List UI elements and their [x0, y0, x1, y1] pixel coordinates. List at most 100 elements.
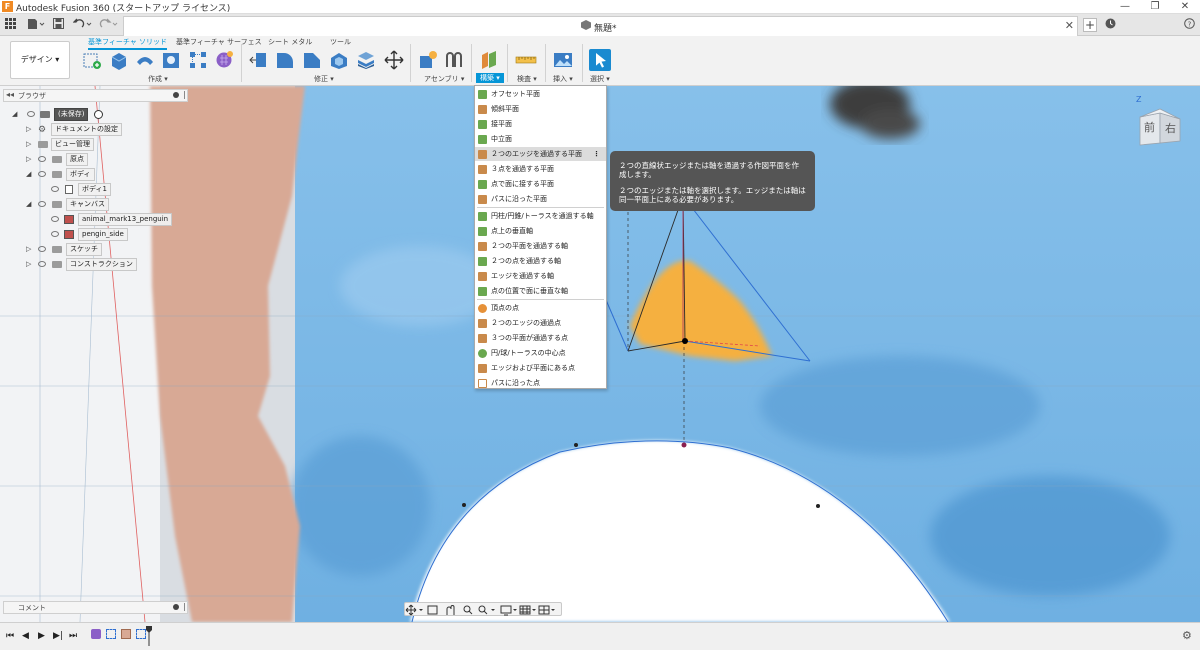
visibility-eye-icon[interactable]	[27, 111, 35, 117]
create-form-icon[interactable]	[214, 50, 234, 70]
play-icon[interactable]: ▶	[38, 631, 45, 641]
tab-tools[interactable]: ツール	[330, 37, 351, 47]
visibility-eye-icon[interactable]	[38, 156, 46, 162]
timeline-sketch-feature-icon[interactable]	[136, 629, 146, 639]
new-tab-button[interactable]: +	[1083, 18, 1097, 32]
expand-triangle-icon[interactable]: ▷	[26, 123, 31, 136]
insert-menu[interactable]: 挿入 ▾	[553, 74, 573, 84]
viewcube[interactable]: Z 前 右	[1136, 95, 1182, 147]
visibility-eye-icon[interactable]	[51, 231, 59, 237]
timeline-canvas-feature-icon[interactable]	[121, 629, 131, 639]
menu-item-axis-through-cylinder[interactable]: 円柱/円錐/トーラスを通過する軸	[475, 209, 606, 223]
menu-item-offset-plane[interactable]: オフセット平面	[475, 87, 606, 101]
menu-item-axis-through-two-planes[interactable]: ２つの平面を通過する軸	[475, 239, 606, 253]
timeline-marker[interactable]	[146, 626, 152, 646]
redo-icon[interactable]	[98, 18, 120, 32]
press-pull-icon[interactable]	[249, 50, 269, 70]
help-icon[interactable]: ?	[1183, 18, 1195, 32]
menu-item-point-at-vertex[interactable]: 頂点の点	[475, 301, 606, 315]
expand-triangle-icon[interactable]: ▷	[26, 258, 31, 271]
menu-item-axis-perpendicular-at-point[interactable]: 点上の垂直軸	[475, 224, 606, 238]
shell-icon[interactable]	[329, 50, 349, 70]
save-icon[interactable]	[52, 18, 64, 32]
collapse-icon[interactable]: ◂◂	[6, 90, 14, 99]
tab-solid[interactable]: 基準フィーチャ ソリッド	[88, 37, 168, 50]
menu-item-point-through-three-planes[interactable]: ３つの平面が通過する点	[475, 331, 606, 345]
expand-triangle-icon[interactable]: ▷	[26, 153, 31, 166]
menu-item-plane-through-three-points[interactable]: ３点を通過する平面	[475, 162, 606, 176]
extrude-icon[interactable]	[109, 50, 129, 70]
construct-menu[interactable]: 構築 ▾	[476, 73, 504, 83]
timeline-settings-gear-icon[interactable]: ⚙	[1182, 629, 1192, 642]
comments-panel[interactable]: コメント |	[3, 601, 188, 614]
visibility-eye-icon[interactable]	[38, 261, 46, 267]
new-sketch-icon[interactable]	[82, 50, 102, 70]
undo-icon[interactable]	[72, 18, 94, 32]
go-to-start-icon[interactable]: ⏮	[6, 631, 14, 641]
menu-item-point-along-path[interactable]: パスに沿った点	[475, 376, 606, 390]
file-menu-icon[interactable]	[26, 18, 46, 32]
pin-icon[interactable]	[173, 92, 179, 98]
app-grid-icon[interactable]	[4, 18, 16, 32]
pattern-icon[interactable]	[188, 50, 208, 70]
visibility-eye-icon[interactable]	[38, 246, 46, 252]
active-radio-icon[interactable]	[94, 110, 103, 119]
new-component-icon[interactable]	[418, 50, 438, 70]
visibility-eye-icon[interactable]	[38, 201, 46, 207]
tab-surface[interactable]: 基準フィーチャ サーフェス	[176, 37, 262, 47]
menu-item-point-through-two-edges[interactable]: ２つのエッジの通過点	[475, 316, 606, 330]
menu-item-axis-through-two-points[interactable]: ２つの点を通過する軸	[475, 254, 606, 268]
tab-sheet-metal[interactable]: シート メタル	[268, 37, 312, 47]
close-tab-icon[interactable]: ✕	[1065, 19, 1074, 32]
go-to-end-icon[interactable]: ⏭	[69, 631, 77, 641]
select-menu[interactable]: 選択 ▾	[590, 74, 610, 84]
fillet-icon[interactable]	[275, 50, 295, 70]
viewcube-front-face[interactable]: 前	[1144, 119, 1155, 135]
inspect-menu[interactable]: 検査 ▾	[517, 74, 537, 84]
job-status-icon[interactable]	[1104, 18, 1116, 32]
workspace-switcher-button[interactable]: デザイン ▾	[10, 41, 70, 79]
menu-item-midplane[interactable]: 中立面	[475, 132, 606, 146]
menu-item-plane-at-angle[interactable]: 傾斜平面	[475, 102, 606, 116]
hole-icon[interactable]	[161, 50, 181, 70]
step-forward-icon[interactable]: ▶|	[53, 631, 63, 641]
menu-item-tangent-plane[interactable]: 接平面	[475, 117, 606, 131]
menu-item-plane-through-two-edges[interactable]: ２つのエッジを通過する平面 ⋮	[475, 147, 606, 161]
timeline-sketch-feature-icon[interactable]	[106, 629, 116, 639]
step-back-icon[interactable]: ◀	[22, 631, 29, 641]
close-window-button[interactable]: ✕	[1170, 0, 1200, 14]
modify-menu[interactable]: 修正 ▾	[314, 74, 334, 84]
collapse-triangle-icon[interactable]: ◢	[12, 108, 17, 121]
insert-image-icon[interactable]	[553, 50, 573, 70]
joint-icon[interactable]	[444, 50, 464, 70]
combine-icon[interactable]	[356, 50, 376, 70]
expand-triangle-icon[interactable]: ▷	[26, 138, 31, 151]
create-menu[interactable]: 作成 ▾	[148, 74, 168, 84]
measure-icon[interactable]	[515, 50, 537, 70]
menu-item-axis-perpendicular-to-face[interactable]: 点の位置で面に垂直な軸	[475, 284, 606, 298]
select-icon[interactable]	[589, 49, 611, 71]
chamfer-icon[interactable]	[302, 50, 322, 70]
collapse-triangle-icon[interactable]: ◢	[26, 168, 31, 181]
timeline-form-feature-icon[interactable]	[91, 629, 101, 639]
menu-item-point-at-center[interactable]: 円/球/トーラスの中心点	[475, 346, 606, 360]
menu-item-point-edge-and-plane[interactable]: エッジおよび平面にある点	[475, 361, 606, 375]
viewcube-right-face[interactable]: 右	[1165, 120, 1176, 136]
pin-icon[interactable]	[173, 604, 179, 610]
document-tab[interactable]: 無題* ✕	[123, 16, 1078, 36]
move-copy-icon[interactable]	[384, 50, 404, 70]
revolve-icon[interactable]	[135, 50, 155, 70]
minimize-button[interactable]: —	[1110, 0, 1140, 14]
restore-button[interactable]: ❐	[1140, 0, 1170, 14]
visibility-eye-icon[interactable]	[51, 186, 59, 192]
collapse-triangle-icon[interactable]: ◢	[26, 198, 31, 211]
visibility-eye-icon[interactable]	[38, 171, 46, 177]
assemble-menu[interactable]: アセンブリ ▾	[424, 74, 464, 84]
menu-item-axis-through-edge[interactable]: エッジを通過する軸	[475, 269, 606, 283]
visibility-eye-icon[interactable]	[51, 216, 59, 222]
expand-triangle-icon[interactable]: ▷	[26, 243, 31, 256]
browser-panel-header[interactable]: ◂◂ ブラウザ |	[3, 89, 188, 102]
more-options-icon[interactable]: ⋮	[593, 147, 600, 161]
menu-item-plane-along-path[interactable]: パスに沿った平面	[475, 192, 606, 206]
offset-plane-icon[interactable]	[479, 50, 499, 70]
